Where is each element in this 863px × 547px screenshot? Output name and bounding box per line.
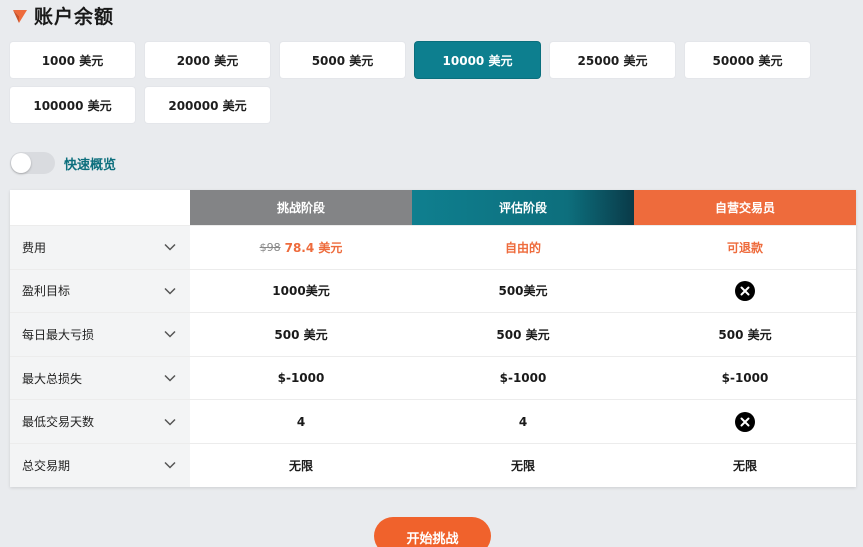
table-cell: 自由的: [504, 240, 541, 255]
header-blank-cell: [10, 190, 190, 225]
chevron-down-icon: [164, 374, 176, 382]
table-cell: 可退款: [726, 240, 763, 255]
table-cell: 无限: [510, 458, 535, 473]
table-row-daily-max-loss: 每日最大亏损 500 美元 500 美元 500 美元: [10, 312, 856, 356]
amount-option-100000[interactable]: 100000 美元: [10, 87, 135, 123]
table-cell: 500美元: [498, 284, 548, 299]
row-label-text: 盈利目标: [22, 284, 71, 299]
chevron-down-icon: [164, 418, 176, 426]
chevron-down-icon: [164, 330, 176, 339]
table-cell: 4: [296, 414, 306, 429]
chevron-down-icon: [164, 461, 176, 469]
toggle-knob: [11, 153, 31, 173]
amount-option-25000[interactable]: 25000 美元: [550, 42, 675, 78]
row-label-max-total-loss[interactable]: 最大总损失: [10, 356, 190, 400]
row-label-daily-max-loss[interactable]: 每日最大亏损: [10, 313, 190, 356]
comparison-table: 挑战阶段 评估阶段 自营交易员 费用 $98 78.4 美元 自由的 可退款 盈…: [10, 190, 856, 487]
quick-view-toggle[interactable]: [10, 152, 55, 174]
table-cell: 无限: [288, 458, 313, 473]
discounted-price: 78.4 美元: [284, 240, 343, 255]
amount-option-10000[interactable]: 10000 美元: [415, 42, 540, 78]
amount-option-50000[interactable]: 50000 美元: [685, 42, 810, 78]
page-header: 账户余额: [12, 2, 114, 28]
table-row-profit-target: 盈利目标 1000美元 500美元: [10, 268, 856, 313]
amount-option-200000[interactable]: 200000 美元: [145, 87, 270, 123]
table-cell: 500 美元: [496, 327, 550, 342]
row-label-text: 总交易期: [22, 458, 71, 473]
table-cell: [634, 400, 856, 443]
row-label-profit-target[interactable]: 盈利目标: [10, 269, 190, 313]
table-row-min-trading-days: 最低交易天数 4 4: [10, 399, 856, 443]
row-label-min-trading-days[interactable]: 最低交易天数: [10, 400, 190, 443]
row-label-text: 最大总损失: [22, 371, 83, 386]
table-row-max-total-loss: 最大总损失 $-1000 $-1000 $-1000: [10, 355, 856, 400]
row-label-text: 每日最大亏损: [22, 327, 95, 342]
amount-option-5000[interactable]: 5000 美元: [280, 42, 405, 78]
column-header-evaluation: 评估阶段: [412, 190, 634, 225]
table-cell: $-1000: [277, 371, 325, 386]
amount-option-1000[interactable]: 1000 美元: [10, 42, 135, 78]
row-label-text: 费用: [22, 240, 47, 255]
x-circle-icon: [735, 280, 755, 301]
quick-view-row: 快速概览: [10, 152, 116, 174]
table-cell: 1000美元: [272, 284, 330, 299]
row-label-text: 最低交易天数: [22, 415, 95, 430]
table-cell: 500 美元: [274, 327, 328, 342]
start-challenge-button[interactable]: 开始挑战: [374, 517, 491, 547]
table-cell: $-1000: [499, 371, 547, 386]
table-cell: [634, 270, 856, 313]
chevron-down-icon: [164, 243, 176, 251]
table-cell: 4: [518, 414, 528, 429]
quick-view-label: 快速概览: [64, 157, 117, 173]
orange-arrow-icon: [12, 8, 27, 23]
table-row-fee: 费用 $98 78.4 美元 自由的 可退款: [10, 225, 856, 269]
table-cell: 500 美元: [718, 327, 772, 342]
page-title: 账户余额: [34, 5, 115, 28]
row-label-total-trading-period[interactable]: 总交易期: [10, 443, 190, 487]
table-header: 挑战阶段 评估阶段 自营交易员: [10, 190, 856, 225]
column-header-challenge: 挑战阶段: [190, 190, 412, 225]
column-header-prop-trader: 自营交易员: [634, 190, 856, 225]
table-cell: $-1000: [721, 371, 769, 386]
original-price: $98: [259, 240, 281, 254]
row-label-fee[interactable]: 费用: [10, 226, 190, 269]
table-cell: 无限: [732, 458, 757, 473]
table-row-total-trading-period: 总交易期 无限 无限 无限: [10, 442, 856, 487]
chevron-down-icon: [164, 287, 176, 295]
x-circle-icon: [735, 411, 755, 432]
amount-option-2000[interactable]: 2000 美元: [145, 42, 270, 78]
table-cell: $98 78.4 美元: [190, 226, 412, 269]
